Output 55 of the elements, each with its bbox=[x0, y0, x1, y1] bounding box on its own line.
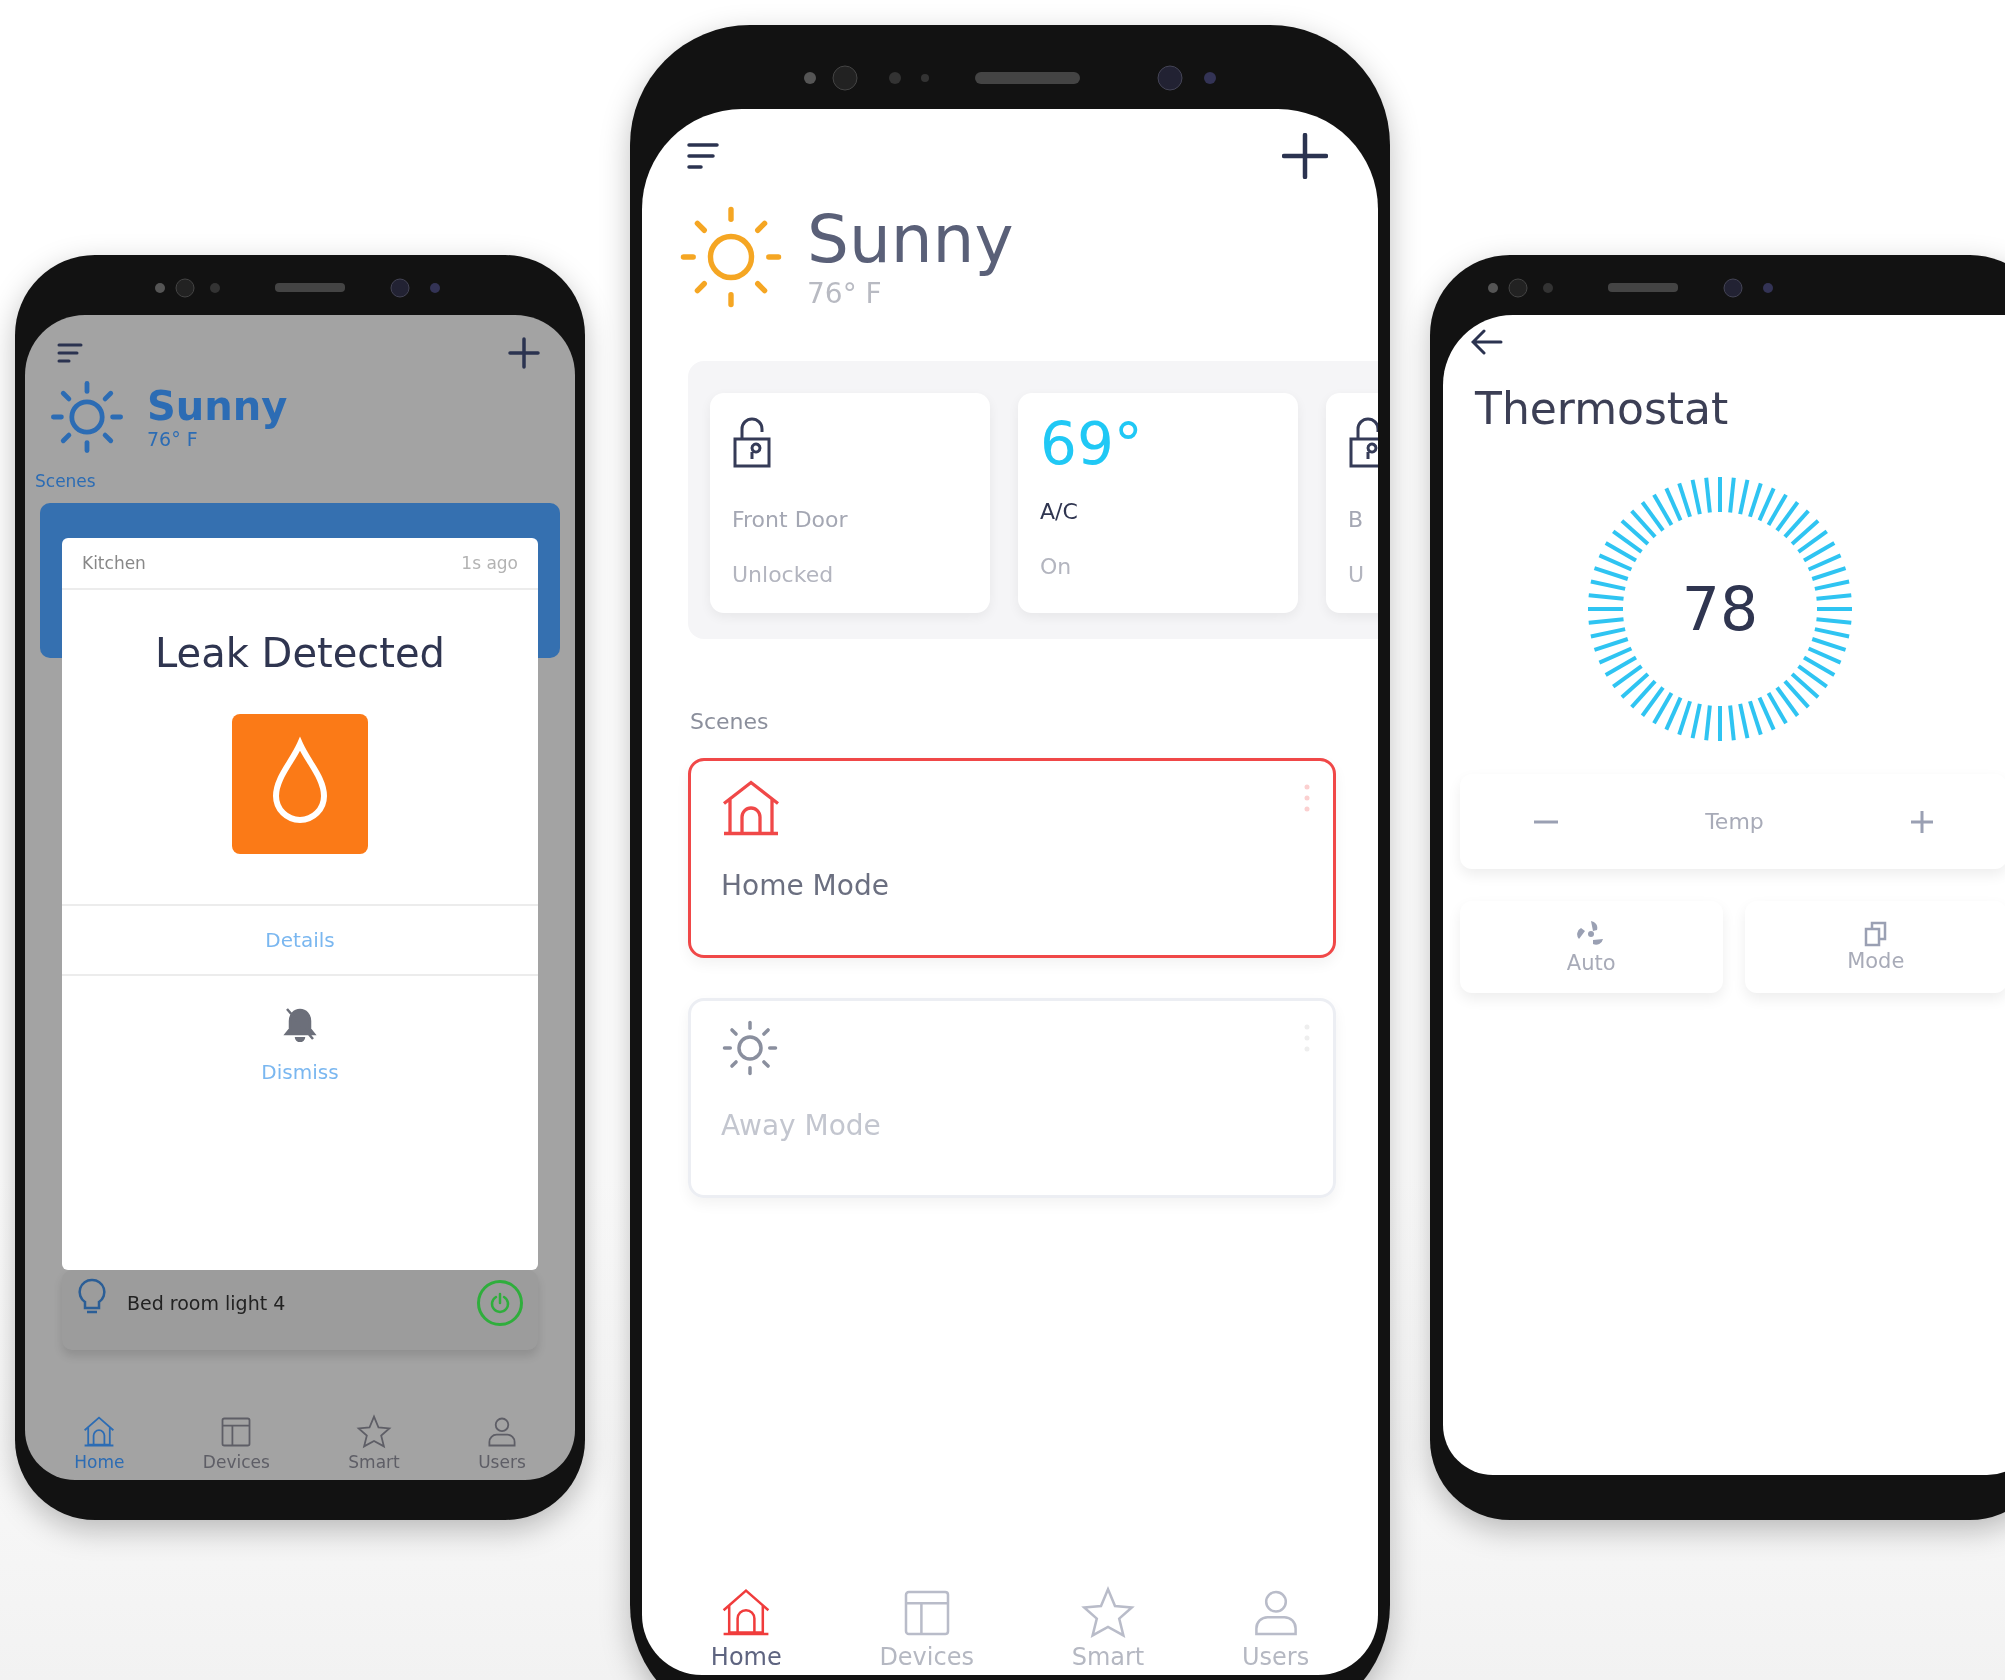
nav-tab[interactable]: Devices bbox=[202, 1414, 270, 1472]
scene-card[interactable]: Home Mode bbox=[688, 758, 1336, 958]
dismiss-button[interactable]: Dismiss bbox=[261, 1006, 339, 1084]
mode-button[interactable]: Mode bbox=[1744, 901, 2005, 993]
setpoint-value: 78 bbox=[1681, 574, 1759, 644]
section-label: Scenes bbox=[35, 471, 97, 491]
nav-tab[interactable]: Smart bbox=[1071, 1585, 1145, 1671]
house-icon bbox=[721, 779, 781, 837]
plus-icon[interactable] bbox=[1282, 133, 1328, 179]
menu-icon[interactable] bbox=[687, 142, 719, 170]
temperature-reading: 69° bbox=[1040, 415, 1143, 473]
scene-card[interactable]: Away Mode bbox=[688, 998, 1336, 1198]
weather-condition: Sunny bbox=[807, 204, 1014, 277]
unlocked-padlock-icon bbox=[1348, 415, 1378, 469]
device-name: B bbox=[1348, 507, 1364, 532]
device-status: Unlocked bbox=[732, 562, 834, 587]
nav-tab[interactable]: Users bbox=[478, 1414, 526, 1472]
section-label: Scenes bbox=[690, 709, 770, 734]
nav-tab[interactable]: Home bbox=[710, 1585, 782, 1671]
muted-bell-icon bbox=[283, 1006, 317, 1042]
star-icon bbox=[356, 1414, 392, 1450]
temperature: 76° F bbox=[147, 428, 198, 450]
device-status: U bbox=[1348, 562, 1365, 587]
device-card[interactable]: B U bbox=[1326, 393, 1378, 613]
sun-icon bbox=[721, 1019, 779, 1077]
device-status: On bbox=[1040, 554, 1072, 579]
device-card[interactable]: Front Door Unlocked bbox=[710, 393, 990, 613]
device-name: Front Door bbox=[732, 507, 848, 532]
device-name: Bed room light 4 bbox=[127, 1292, 287, 1314]
bulb-icon bbox=[77, 1278, 107, 1316]
mode-button[interactable]: Auto bbox=[1460, 901, 1723, 993]
alert-location: Kitchen bbox=[82, 553, 146, 573]
menu-icon[interactable] bbox=[57, 342, 83, 364]
unlocked-padlock-icon bbox=[732, 415, 772, 469]
screen-title: Thermostat bbox=[1475, 383, 1730, 434]
alert-title: Leak Detected bbox=[155, 630, 445, 676]
control-label: Temp bbox=[1705, 809, 1764, 834]
temperature: 76° F bbox=[807, 276, 883, 310]
nav-tab[interactable]: Devices bbox=[879, 1585, 974, 1671]
device-name: A/C bbox=[1040, 499, 1078, 524]
alert-time: 1s ago bbox=[461, 553, 518, 573]
plus-icon[interactable] bbox=[508, 337, 540, 369]
device-row[interactable]: Bed room light 4 bbox=[62, 1270, 538, 1350]
device-card[interactable]: 69° A/C On bbox=[1018, 393, 1298, 613]
nav-tab[interactable]: Smart bbox=[348, 1414, 400, 1472]
stacked-squares-icon bbox=[1863, 921, 1888, 947]
nav-tab[interactable]: Users bbox=[1241, 1585, 1310, 1671]
power-icon bbox=[489, 1292, 511, 1314]
minus-icon[interactable] bbox=[1532, 818, 1561, 825]
nav-tab[interactable]: Home bbox=[74, 1414, 125, 1472]
back-arrow-icon[interactable] bbox=[1471, 329, 1503, 355]
details-link[interactable]: Details bbox=[62, 904, 538, 976]
water-drop-icon bbox=[232, 714, 368, 854]
scene-name: Away Mode bbox=[721, 1109, 881, 1142]
scene-name: Home Mode bbox=[721, 869, 889, 902]
